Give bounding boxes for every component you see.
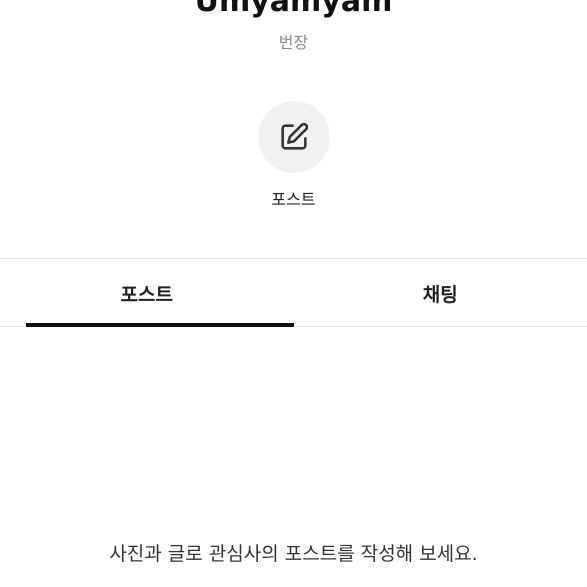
profile-name: Umyamyam: [194, 0, 393, 19]
empty-state-message: 사진과 글로 관심사의 포스트를 작성해 보세요.: [109, 543, 478, 565]
write-post-button[interactable]: [258, 101, 330, 173]
profile-subtitle: 번장: [278, 33, 309, 52]
tab-posts[interactable]: 포스트: [0, 259, 294, 327]
write-post-label: 포스트: [271, 190, 316, 209]
tab-chat[interactable]: 채팅: [294, 259, 587, 327]
active-tab-indicator: [26, 323, 294, 327]
tab-bar: 포스트 채팅: [0, 259, 587, 327]
edit-icon: [277, 120, 311, 154]
